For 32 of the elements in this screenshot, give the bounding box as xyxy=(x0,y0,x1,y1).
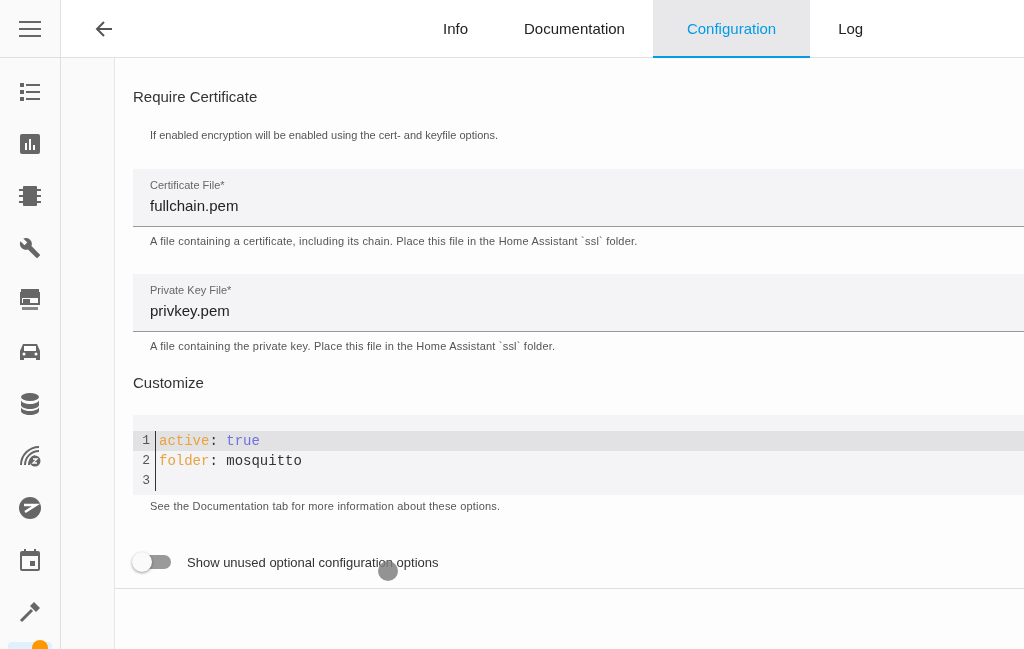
database-icon xyxy=(21,393,39,415)
section-heading: Customize xyxy=(133,374,205,391)
menu-icon[interactable] xyxy=(19,20,41,37)
car-icon xyxy=(19,343,41,361)
circle-slash-icon xyxy=(19,497,41,519)
helper-text: A file containing the private key. Place this file in the Home Assistant `ssl` folder. xyxy=(150,340,557,352)
helper-text: See the Documentation tab for more information about these options. xyxy=(150,500,502,512)
back-arrow-icon[interactable] xyxy=(95,20,113,38)
calendar-icon xyxy=(20,549,40,571)
text-field[interactable]: Private Key File* privkey.pem xyxy=(133,274,1024,332)
wireless-icon xyxy=(19,445,41,467)
helper-text: A file containing a certificate, including its chain. Place this file in the Home Assistant `ssl` folder. xyxy=(150,235,639,247)
hammer-icon xyxy=(19,601,41,623)
bar-chart-icon xyxy=(20,134,40,154)
line-number: 3 xyxy=(133,471,156,491)
tab[interactable]: Documentation xyxy=(496,0,653,58)
code-editor[interactable]: 1 active: true 2 folder: mosquitto 3 xyxy=(133,415,1024,495)
chip-icon xyxy=(19,186,41,206)
line-number: 2 xyxy=(133,451,156,471)
toggle-label: Show unused optional configuration options xyxy=(187,554,439,570)
line-number: 1 xyxy=(133,431,156,451)
code-line: folder: mosquitto xyxy=(158,453,302,469)
section-heading: Require Certificate xyxy=(133,88,259,105)
list-icon xyxy=(20,83,40,101)
tab[interactable]: Info xyxy=(415,0,497,58)
description-text: If enabled encryption will be enabled using the cert- and keyfile options. xyxy=(150,129,499,141)
text-field[interactable]: Certificate File* fullchain.pem xyxy=(133,169,1024,227)
wrench-icon xyxy=(19,237,41,259)
toggle-switch[interactable] xyxy=(133,555,171,569)
code-line: active: true xyxy=(158,433,260,449)
store-icon xyxy=(20,289,40,311)
tab[interactable]: Log xyxy=(810,0,892,58)
